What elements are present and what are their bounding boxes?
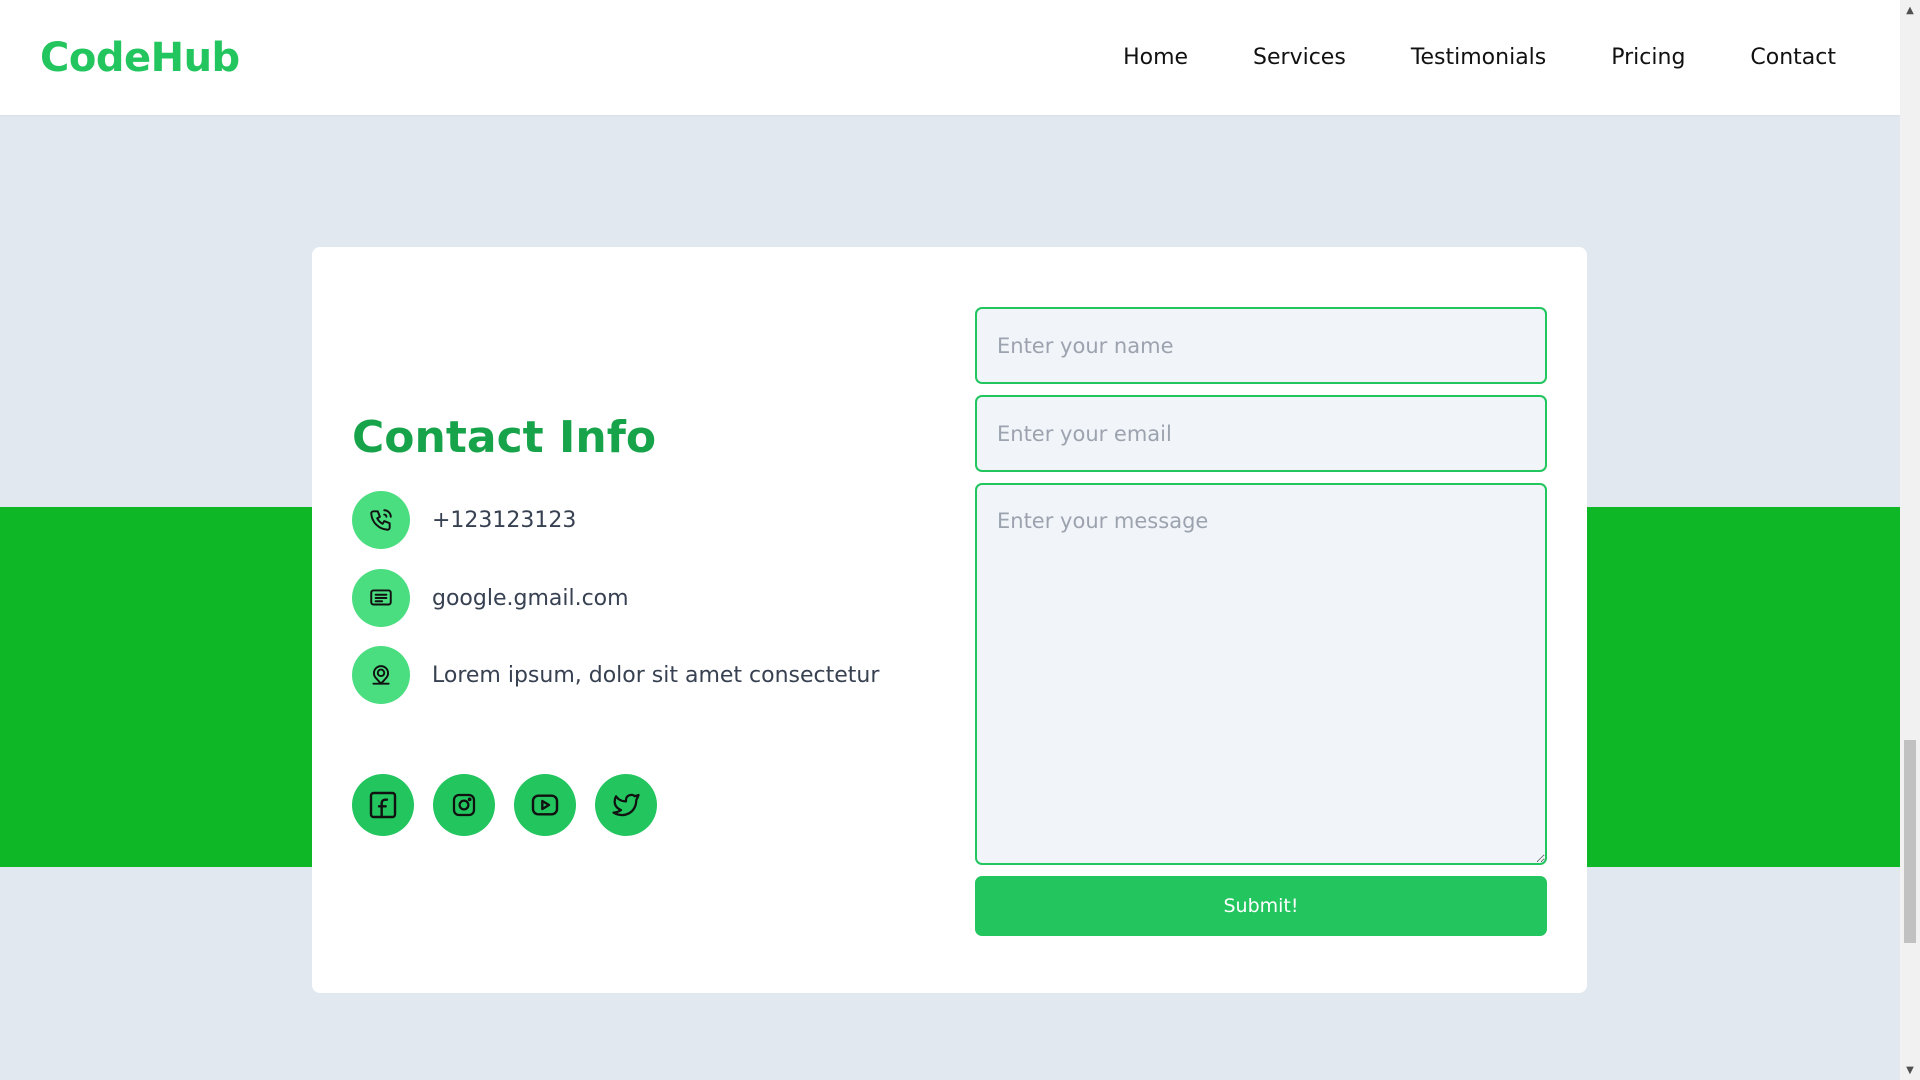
scroll-down-arrow-icon[interactable]: ▼ xyxy=(1900,1060,1920,1080)
scroll-up-arrow-icon[interactable]: ▲ xyxy=(1900,0,1920,20)
phone-icon xyxy=(352,491,410,549)
contact-email-row: google.gmail.com xyxy=(352,569,629,627)
nav-link-contact[interactable]: Contact xyxy=(1750,40,1836,76)
contact-address-text: Lorem ipsum, dolor sit amet consectetur xyxy=(432,662,880,688)
twitter-icon[interactable] xyxy=(595,774,657,836)
brand-logo[interactable]: CodeHub xyxy=(40,34,240,82)
scrollbar-thumb[interactable] xyxy=(1904,740,1916,943)
message-textarea[interactable] xyxy=(975,483,1547,865)
message-icon xyxy=(352,569,410,627)
page-scrollbar[interactable]: ▲ ▼ xyxy=(1900,0,1920,1080)
contact-phone-text: +123123123 xyxy=(432,507,577,533)
submit-button[interactable]: Submit! xyxy=(975,876,1547,936)
location-pin-icon xyxy=(352,646,410,704)
contact-form: Submit! xyxy=(975,307,1547,936)
social-links xyxy=(352,774,676,836)
nav-links: Home Services Testimonials Pricing Conta… xyxy=(1058,40,1836,76)
nav-link-home[interactable]: Home xyxy=(1123,40,1188,76)
contact-info-title: Contact Info xyxy=(352,412,657,463)
navbar: CodeHub Home Services Testimonials Prici… xyxy=(0,0,1900,115)
name-input[interactable] xyxy=(975,307,1547,384)
nav-link-services[interactable]: Services xyxy=(1253,40,1346,76)
contact-card: Contact Info +123123123 google.gmail.com xyxy=(312,247,1587,993)
instagram-icon[interactable] xyxy=(433,774,495,836)
nav-link-pricing[interactable]: Pricing xyxy=(1611,40,1685,76)
facebook-icon[interactable] xyxy=(352,774,414,836)
contact-address-row: Lorem ipsum, dolor sit amet consectetur xyxy=(352,646,879,704)
nav-link-testimonials[interactable]: Testimonials xyxy=(1411,40,1546,76)
contact-email-text: google.gmail.com xyxy=(432,585,629,611)
email-input[interactable] xyxy=(975,395,1547,472)
youtube-icon[interactable] xyxy=(514,774,576,836)
contact-phone-row: +123123123 xyxy=(352,491,576,549)
